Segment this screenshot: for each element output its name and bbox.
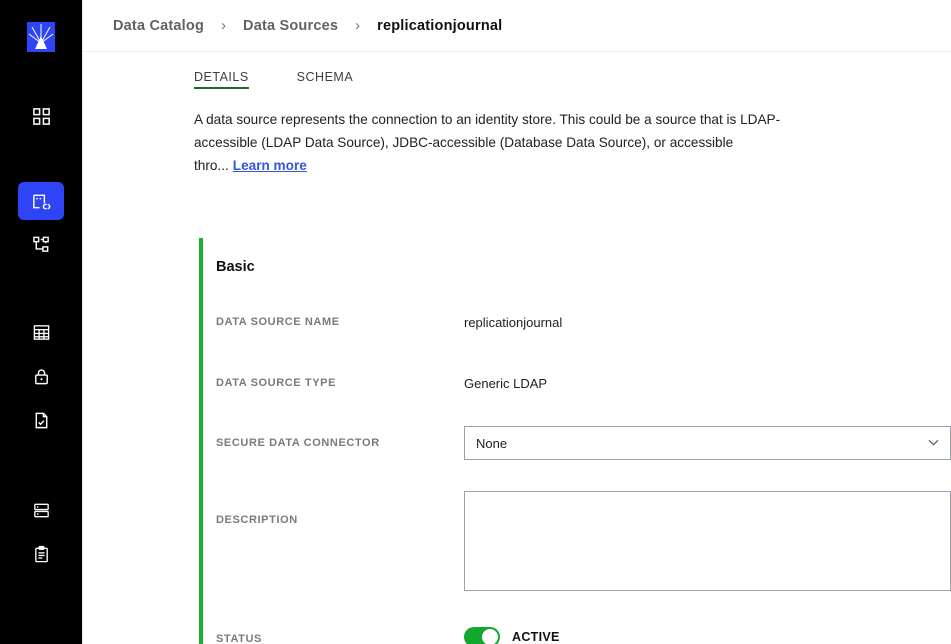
- sidebar-item-dashboard[interactable]: [18, 97, 64, 135]
- sidebar-item-security[interactable]: [18, 357, 64, 395]
- breadcrumb-separator-icon: ›: [221, 17, 227, 34]
- sidebar-item-data-sources[interactable]: [18, 182, 64, 220]
- document-check-icon: [32, 411, 51, 430]
- clipboard-list-icon: [32, 545, 51, 564]
- field-data-source-name: DATA SOURCE NAME replicationjournal: [216, 311, 951, 330]
- data-source-link-icon: [31, 191, 52, 212]
- sidebar-item-tables[interactable]: [18, 313, 64, 351]
- label-data-source-name: DATA SOURCE NAME: [216, 316, 340, 328]
- dashboard-grid-icon: [32, 107, 51, 126]
- sidebar-nav-top: [0, 97, 82, 137]
- status-state-label: ACTIVE: [512, 630, 560, 644]
- sidebar-nav-data: [0, 182, 82, 265]
- breadcrumb-separator-icon: ›: [355, 17, 361, 34]
- sidebar-item-policies[interactable]: [18, 401, 64, 439]
- label-data-source-type: DATA SOURCE TYPE: [216, 377, 337, 389]
- sidebar-item-hierarchy[interactable]: [18, 225, 64, 263]
- label-secure-data-connector: SECURE DATA CONNECTOR: [216, 437, 380, 449]
- server-stack-icon: [32, 501, 51, 520]
- learn-more-link[interactable]: Learn more: [233, 158, 307, 173]
- main-content: Data Catalog › Data Sources › replicatio…: [82, 0, 951, 644]
- label-status: STATUS: [216, 633, 262, 644]
- sidebar-item-servers[interactable]: [18, 491, 64, 529]
- sidebar-nav-bottom: [0, 491, 82, 575]
- logo-mark: [27, 22, 55, 52]
- sidebar-nav-resources: [0, 313, 82, 441]
- app-root: Data Catalog › Data Sources › replicatio…: [0, 0, 951, 644]
- description-textarea[interactable]: [464, 491, 951, 591]
- field-data-source-type: DATA SOURCE TYPE Generic LDAP: [216, 372, 951, 391]
- toggle-knob: [482, 629, 498, 644]
- basic-section-card: Basic DATA SOURCE NAME replicationjourna…: [199, 238, 951, 644]
- sidebar: [0, 0, 82, 644]
- breadcrumb: Data Catalog › Data Sources › replicatio…: [83, 0, 951, 52]
- status-toggle[interactable]: [464, 627, 500, 644]
- field-secure-data-connector: SECURE DATA CONNECTOR None: [216, 426, 951, 460]
- chevron-down-icon: [928, 438, 939, 449]
- breadcrumb-item-current: replicationjournal: [377, 17, 503, 34]
- tab-details[interactable]: DETAILS: [194, 70, 249, 89]
- hierarchy-sitemap-icon: [32, 235, 51, 254]
- secure-data-connector-value: None: [476, 435, 508, 451]
- section-title-basic: Basic: [216, 259, 255, 275]
- value-data-source-type: Generic LDAP: [464, 376, 548, 391]
- field-description: DESCRIPTION: [216, 491, 951, 591]
- breadcrumb-item-data-catalog[interactable]: Data Catalog: [113, 18, 204, 34]
- field-status: STATUS ACTIVE: [216, 627, 951, 644]
- lock-icon: [32, 367, 51, 386]
- table-grid-icon: [32, 323, 51, 342]
- label-description: DESCRIPTION: [216, 514, 298, 526]
- sidebar-item-reports[interactable]: [18, 535, 64, 573]
- value-data-source-name: replicationjournal: [464, 315, 563, 330]
- status-toggle-row: ACTIVE: [464, 627, 560, 644]
- description-input[interactable]: [465, 492, 950, 590]
- tab-bar: DETAILS SCHEMA: [83, 52, 951, 96]
- app-logo[interactable]: [25, 21, 57, 53]
- breadcrumb-item-data-sources[interactable]: Data Sources: [243, 18, 338, 34]
- lighthouse-beam-icon: [27, 22, 55, 52]
- tab-schema[interactable]: SCHEMA: [297, 70, 353, 89]
- secure-data-connector-select[interactable]: None: [464, 426, 951, 460]
- intro-description: A data source represents the connection …: [83, 96, 903, 177]
